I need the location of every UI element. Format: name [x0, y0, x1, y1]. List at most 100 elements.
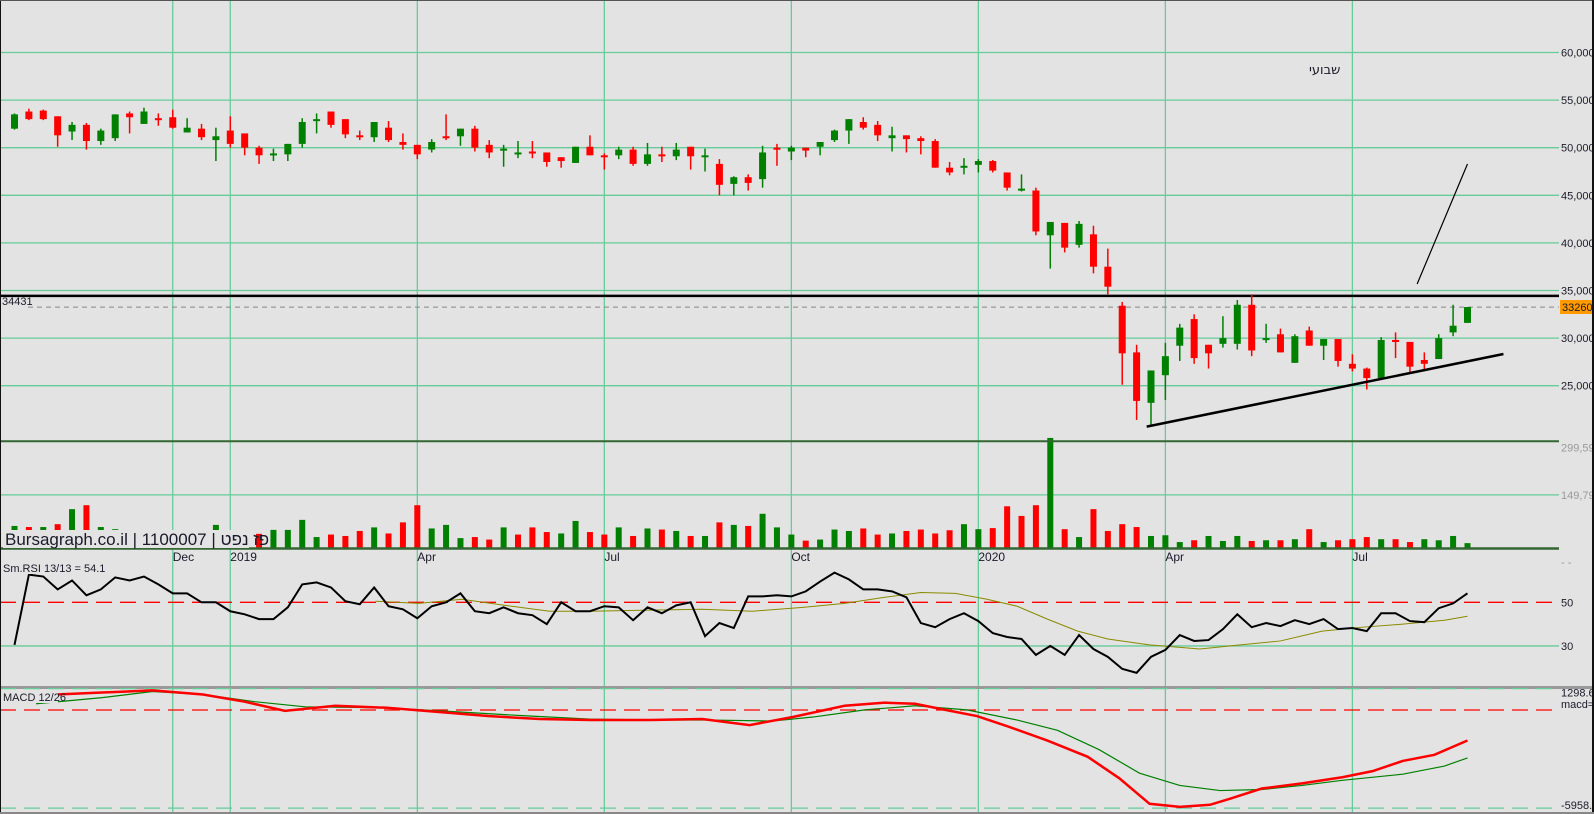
- candle-body: [298, 121, 306, 144]
- volume-bar[interactable]: [889, 533, 896, 549]
- volume-bar[interactable]: [1119, 524, 1126, 549]
- volume-bar[interactable]: [932, 533, 939, 549]
- volume-bar[interactable]: [1450, 535, 1457, 549]
- candle-body: [557, 157, 565, 162]
- candle-body: [1248, 304, 1256, 351]
- volume-bar[interactable]: [1162, 535, 1169, 549]
- volume-bar[interactable]: [371, 527, 378, 549]
- volume-bar[interactable]: [1047, 437, 1054, 549]
- candle-body: [1147, 370, 1155, 403]
- volume-bar[interactable]: [759, 513, 766, 549]
- volume-bar[interactable]: [1061, 529, 1068, 549]
- volume-bar[interactable]: [1147, 535, 1154, 549]
- macd-label-box: MACD 12/26: [2, 690, 66, 704]
- volume-bar[interactable]: [860, 528, 867, 549]
- candle[interactable]: [1233, 300, 1241, 350]
- volume-bar[interactable]: [1104, 530, 1111, 549]
- volume-bar[interactable]: [730, 524, 737, 549]
- volume-bar[interactable]: [313, 537, 320, 549]
- candle-body: [327, 111, 335, 125]
- volume-bar[interactable]: [529, 527, 536, 549]
- candle-body: [730, 177, 738, 184]
- volume-bar[interactable]: [644, 528, 651, 549]
- candle[interactable]: [931, 139, 939, 168]
- volume-bar[interactable]: [558, 533, 565, 549]
- volume-bar[interactable]: [586, 532, 593, 549]
- volume-bar[interactable]: [687, 535, 694, 549]
- candle[interactable]: [1377, 337, 1385, 380]
- volume-bar[interactable]: [630, 535, 637, 549]
- volume-bar[interactable]: [443, 524, 450, 549]
- volume-bar[interactable]: [615, 527, 622, 549]
- volume-bar[interactable]: [917, 529, 924, 549]
- volume-bar[interactable]: [327, 534, 334, 549]
- volume-bar[interactable]: [500, 527, 507, 549]
- candle[interactable]: [1075, 221, 1083, 248]
- volume-bar[interactable]: [1018, 515, 1025, 549]
- volume-bar[interactable]: [543, 532, 550, 549]
- volume-bar[interactable]: [946, 530, 953, 549]
- volume-bar[interactable]: [874, 534, 881, 549]
- volume-bar[interactable]: [817, 539, 824, 549]
- volume-bar[interactable]: [385, 533, 392, 549]
- stock-chart[interactable]: Dec 2019 Apr Jul Oct 2020 Apr Jul 60,000 55,000 50…: [0, 0, 1594, 814]
- volume-bar[interactable]: [1306, 529, 1313, 549]
- volume-bar[interactable]: [960, 524, 967, 549]
- volume-bar[interactable]: [486, 539, 493, 549]
- volume-bar[interactable]: [299, 519, 306, 549]
- volume-bar[interactable]: [1004, 506, 1011, 549]
- volume-bar[interactable]: [457, 538, 464, 549]
- volume-bar[interactable]: [515, 534, 522, 549]
- volume-bar[interactable]: [1234, 535, 1241, 549]
- volume-bar[interactable]: [1378, 539, 1385, 549]
- volume-bar[interactable]: [1291, 539, 1298, 549]
- candle[interactable]: [629, 146, 637, 166]
- candle-body: [1392, 340, 1400, 343]
- volume-bar[interactable]: [1392, 539, 1399, 549]
- candle[interactable]: [1190, 314, 1198, 364]
- volume-bar[interactable]: [903, 530, 910, 549]
- candle[interactable]: [1463, 307, 1471, 323]
- volume-bar[interactable]: [399, 522, 406, 549]
- volume-bar[interactable]: [1076, 537, 1083, 549]
- volume-bar[interactable]: [1133, 527, 1140, 549]
- candle[interactable]: [471, 125, 479, 152]
- volume-bar[interactable]: [658, 529, 665, 549]
- candle[interactable]: [39, 109, 47, 121]
- macd-zero-label: macd=0: [1561, 699, 1594, 711]
- volume-bar[interactable]: [975, 529, 982, 549]
- candle-body: [744, 177, 752, 183]
- volume-bar[interactable]: [1090, 509, 1097, 549]
- volume-bar[interactable]: [1205, 535, 1212, 549]
- volume-bar[interactable]: [716, 522, 723, 549]
- volume-bar[interactable]: [284, 529, 291, 549]
- volume-bar[interactable]: [601, 534, 608, 549]
- volume-bar[interactable]: [270, 529, 277, 549]
- candle[interactable]: [298, 118, 306, 148]
- volume-bar[interactable]: [831, 529, 838, 549]
- volume-bar[interactable]: [702, 535, 709, 549]
- volume-bar[interactable]: [773, 527, 780, 549]
- volume-bar[interactable]: [342, 535, 349, 549]
- candle[interactable]: [1032, 187, 1040, 236]
- volume-bar[interactable]: [428, 528, 435, 549]
- volume-bar[interactable]: [356, 530, 363, 549]
- volume-bar[interactable]: [1349, 539, 1356, 549]
- candle[interactable]: [572, 146, 580, 163]
- volume-bar[interactable]: [673, 530, 680, 549]
- rsi-label-box: Sm.RSI 13/13 = 54.1: [2, 561, 110, 575]
- candle[interactable]: [1291, 334, 1299, 363]
- volume-bar[interactable]: [788, 534, 795, 549]
- volume-bar[interactable]: [845, 530, 852, 549]
- volume-bar[interactable]: [1421, 539, 1428, 549]
- volume-bar[interactable]: [471, 537, 478, 549]
- volume-bar[interactable]: [989, 528, 996, 549]
- candle-body: [643, 154, 651, 164]
- volume-bar[interactable]: [414, 505, 421, 549]
- volume-bar[interactable]: [1032, 505, 1039, 549]
- volume-bar[interactable]: [745, 525, 752, 549]
- candle[interactable]: [111, 114, 119, 142]
- volume-bar[interactable]: [1363, 537, 1370, 549]
- candle[interactable]: [11, 113, 18, 130]
- volume-bar[interactable]: [572, 520, 579, 549]
